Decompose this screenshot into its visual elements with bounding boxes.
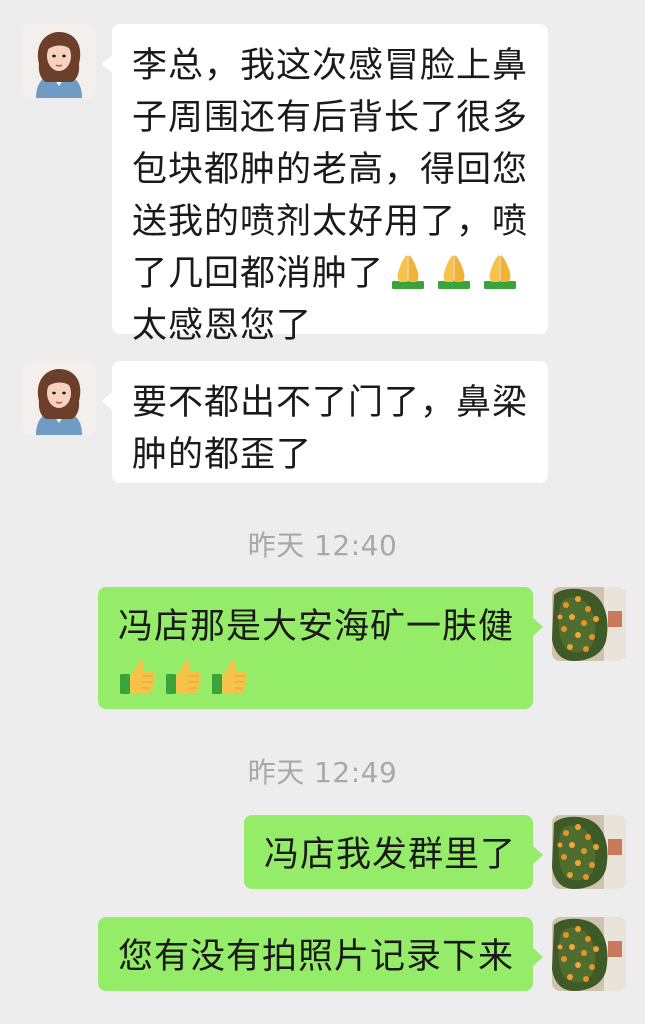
message-text-line: 了几回都消肿了 [132, 248, 530, 300]
contact-avatar[interactable] [22, 24, 96, 98]
timestamp: 昨天 12:40 [247, 529, 398, 562]
thumbs-up-icon [164, 656, 204, 696]
timestamp: 昨天 12:49 [247, 756, 398, 789]
message-bubble-outgoing[interactable]: 您有没有拍照片记录下来 [98, 917, 543, 991]
message-text-line: 李总，我这次感冒脸上鼻 [132, 46, 529, 86]
message-text-line: 您有没有拍照片记录下来 [118, 937, 515, 977]
my-avatar[interactable] [552, 587, 626, 661]
contact-avatar[interactable] [22, 361, 96, 435]
thumbs-up-icon [210, 656, 250, 696]
my-avatar[interactable] [552, 815, 626, 889]
message-text-line: 冯店那是大安海矿一肤健 [118, 607, 515, 647]
message-bubble-outgoing[interactable]: 冯店那是大安海矿一肤健 [98, 587, 543, 709]
message-text-line: 太感恩您了 [132, 306, 313, 346]
message-text-line: 要不都出不了门了，鼻梁 [132, 383, 529, 423]
message-text-line: 包块都肿的老高，得回您 [132, 150, 529, 190]
message-bubble-incoming[interactable]: 要不都出不了门了，鼻梁 肿的都歪了 [102, 361, 548, 483]
folded-hands-icon [388, 251, 428, 291]
message-text-segment: 了几回都消肿了 [132, 254, 385, 294]
message-text-line: 冯店我发群里了 [264, 835, 517, 875]
message-emoji-line [118, 653, 515, 705]
message-text-line: 肿的都歪了 [132, 435, 313, 475]
message-text-line: 子周围还有后背长了很多 [132, 98, 529, 138]
message-bubble-outgoing[interactable]: 冯店我发群里了 [244, 815, 543, 889]
folded-hands-icon [434, 251, 474, 291]
folded-hands-icon [480, 251, 520, 291]
my-avatar[interactable] [552, 917, 626, 991]
message-text-line: 送我的喷剂太好用了，喷 [132, 202, 529, 242]
message-bubble-incoming[interactable]: 李总，我这次感冒脸上鼻 子周围还有后背长了很多 包块都肿的老高，得回您 送我的喷… [102, 24, 548, 346]
thumbs-up-icon [118, 656, 158, 696]
